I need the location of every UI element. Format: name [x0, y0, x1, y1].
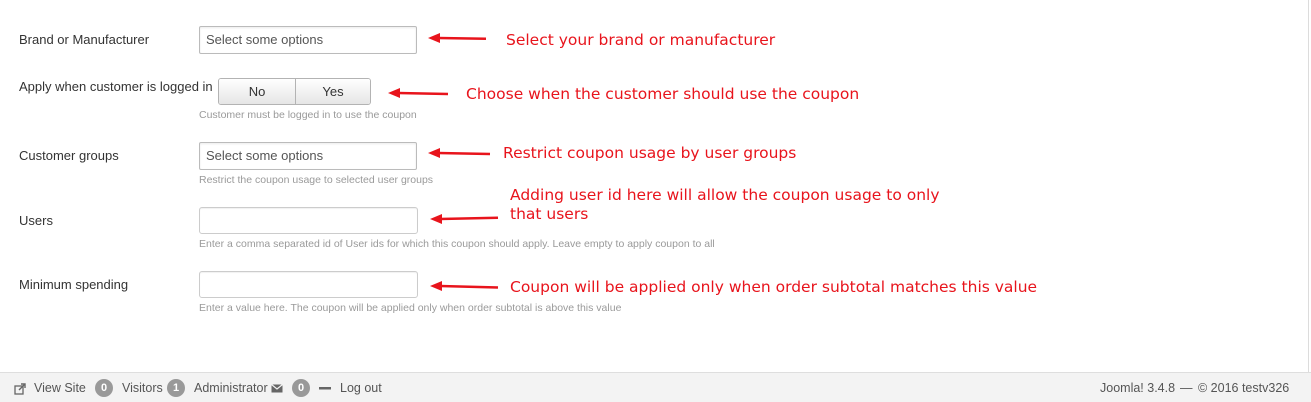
users-input[interactable]	[199, 207, 418, 234]
users-annotation-line-1: Adding user id here will allow the coupo…	[510, 186, 940, 204]
admin-status-bar: View Site 0 Visitors 1 Administrator 0 L…	[0, 372, 1311, 402]
minus-icon	[319, 387, 331, 390]
external-link-icon	[14, 383, 26, 395]
joomla-version[interactable]: Joomla! 3.4.8	[1100, 381, 1175, 395]
users-arrow-icon	[430, 214, 499, 224]
footer-separator: —	[1180, 381, 1193, 395]
logged-in-help: Customer must be logged in to use the co…	[199, 109, 417, 121]
envelope-icon[interactable]	[271, 384, 283, 393]
logged-in-toggle: No Yes	[218, 78, 371, 105]
visitors-count-badge: 0	[95, 379, 113, 397]
minimum-spending-input[interactable]	[199, 271, 418, 298]
logged-in-no-button[interactable]: No	[219, 79, 296, 104]
users-label: Users	[19, 213, 53, 228]
users-help: Enter a comma separated id of User ids f…	[199, 238, 715, 250]
customer-groups-select[interactable]: Select some options	[199, 142, 417, 170]
administrator-count-badge: 1	[167, 379, 185, 397]
logged-in-label: Apply when customer is logged in	[19, 79, 213, 94]
logout-link[interactable]: Log out	[340, 381, 382, 395]
minimum-spending-help: Enter a value here. The coupon will be a…	[199, 302, 622, 314]
minimum-arrow-icon	[430, 281, 499, 291]
logged-in-yes-button[interactable]: Yes	[296, 79, 370, 104]
brand-annotation: Select your brand or manufacturer	[506, 31, 776, 49]
visitors-label[interactable]: Visitors	[122, 381, 163, 395]
customer-groups-label: Customer groups	[19, 148, 119, 163]
brand-arrow-icon	[428, 33, 487, 43]
page-right-border	[1308, 0, 1309, 372]
groups-annotation: Restrict coupon usage by user groups	[503, 144, 797, 162]
minimum-annotation: Coupon will be applied only when order s…	[510, 278, 1038, 296]
users-annotation-line-2: that users	[510, 205, 589, 223]
groups-arrow-icon	[428, 148, 491, 158]
messages-count-badge: 0	[292, 379, 310, 397]
brand-label: Brand or Manufacturer	[19, 32, 150, 47]
minimum-spending-label: Minimum spending	[19, 277, 129, 292]
customer-groups-help: Restrict the coupon usage to selected us…	[199, 174, 434, 186]
brand-select[interactable]: Select some options	[199, 26, 417, 54]
logged-in-arrow-icon	[388, 88, 449, 98]
logged-in-annotation: Choose when the customer should use the …	[466, 85, 860, 103]
copyright-text: © 2016 testv326	[1198, 381, 1290, 395]
view-site-link[interactable]: View Site	[34, 381, 86, 395]
administrator-label[interactable]: Administrator	[194, 381, 268, 395]
